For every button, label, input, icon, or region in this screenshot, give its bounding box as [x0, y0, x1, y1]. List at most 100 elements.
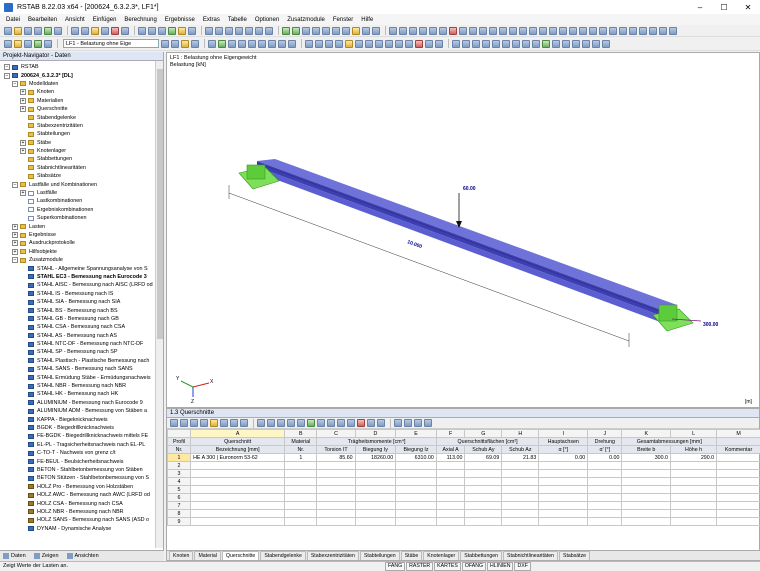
table-cell[interactable]	[396, 478, 437, 486]
toolbar-button-icon[interactable]	[389, 27, 397, 35]
tree-item[interactable]: EL-PL - Tragsicherheitsnachweis nach EL-…	[0, 441, 155, 449]
table-cell[interactable]	[355, 478, 396, 486]
table-cell[interactable]	[191, 494, 285, 502]
navigator-tab[interactable]: Ansichten	[67, 553, 99, 559]
toolbar-button-icon[interactable]	[405, 40, 413, 48]
expand-toggle-icon[interactable]: −	[4, 73, 10, 79]
expand-toggle-icon[interactable]: +	[12, 249, 18, 255]
tree-item[interactable]: STAHL NTC-DF - Bemessung nach NTC-DF	[0, 340, 155, 348]
table-tab[interactable]: Stabbettungen	[460, 551, 502, 560]
toolbar-button-icon[interactable]	[499, 27, 507, 35]
table-toolbar-icon[interactable]	[357, 419, 365, 427]
toolbar-button-icon[interactable]	[161, 40, 169, 48]
expand-toggle-icon[interactable]: +	[20, 140, 26, 146]
toolbar-button-icon[interactable]	[325, 40, 333, 48]
table-cell[interactable]: HE A 300 | Euronorm 53-62	[191, 454, 285, 462]
toolbar-button-icon[interactable]	[4, 40, 12, 48]
table-tab[interactable]: Stäbe	[401, 551, 423, 560]
table-cell[interactable]	[396, 470, 437, 478]
tree-item[interactable]: −Modelldaten	[0, 80, 155, 88]
table-cell[interactable]	[502, 494, 539, 502]
toolbar-button-icon[interactable]	[205, 27, 213, 35]
table-cell[interactable]	[502, 478, 539, 486]
table-cell[interactable]	[588, 510, 622, 518]
expand-toggle-icon[interactable]: +	[20, 190, 26, 196]
toolbar-button-icon[interactable]	[539, 27, 547, 35]
toolbar-button-icon[interactable]	[375, 40, 383, 48]
table-row[interactable]: 9	[168, 518, 760, 526]
toolbar-button-icon[interactable]	[91, 27, 99, 35]
table-toolbar-icon[interactable]	[230, 419, 238, 427]
table-cell[interactable]	[717, 454, 760, 462]
tree-item[interactable]: FE-BGDK - Biegedrillknicknachweis mittel…	[0, 432, 155, 440]
maximize-button[interactable]: ☐	[712, 0, 736, 14]
table-toolbar-icon[interactable]	[404, 419, 412, 427]
toolbar-button-icon[interactable]	[302, 27, 310, 35]
table-cell[interactable]	[355, 510, 396, 518]
table-cell[interactable]	[670, 502, 716, 510]
toolbar-button-icon[interactable]	[419, 27, 427, 35]
toolbar-button-icon[interactable]	[208, 40, 216, 48]
toolbar-button-icon[interactable]	[492, 40, 500, 48]
table-cell[interactable]	[670, 494, 716, 502]
table-cell[interactable]	[396, 510, 437, 518]
toolbar-button-icon[interactable]	[305, 40, 313, 48]
toolbar-button-icon[interactable]	[335, 40, 343, 48]
table-cell[interactable]	[465, 486, 502, 494]
table-row[interactable]: 1HE A 300 | Euronorm 53-62185.6018260.00…	[168, 454, 760, 462]
table-cell[interactable]: 85.60	[317, 454, 355, 462]
table-cell[interactable]	[317, 518, 355, 526]
table-cell[interactable]	[436, 470, 465, 478]
table-cell[interactable]	[355, 470, 396, 478]
loadcase-select[interactable]: LF1 - Belastung ohne Eige	[63, 39, 159, 48]
tree-item[interactable]: STAHL AS - Bemessung nach AS	[0, 332, 155, 340]
table-cell[interactable]: 69.09	[465, 454, 502, 462]
table-cell[interactable]: 9	[168, 518, 191, 526]
toolbar-button-icon[interactable]	[599, 27, 607, 35]
table-cell[interactable]	[588, 462, 622, 470]
tree-item[interactable]: HOLZ SANS - Bemessung nach SANS (ASD o	[0, 516, 155, 524]
table-cell[interactable]	[588, 494, 622, 502]
toolbar-button-icon[interactable]	[592, 40, 600, 48]
table-toolbar-icon[interactable]	[367, 419, 375, 427]
expand-toggle-icon[interactable]: +	[12, 232, 18, 238]
tree-item[interactable]: +Hilfsobjekte	[0, 248, 155, 256]
table-cell[interactable]	[396, 502, 437, 510]
toolbar-button-icon[interactable]	[409, 27, 417, 35]
toolbar-button-icon[interactable]	[34, 40, 42, 48]
table-cell[interactable]	[502, 462, 539, 470]
toolbar-button-icon[interactable]	[188, 27, 196, 35]
table-toolbar-icon[interactable]	[257, 419, 265, 427]
tree-item[interactable]: Superkombinationen	[0, 214, 155, 222]
toolbar-button-icon[interactable]	[81, 27, 89, 35]
tree-item[interactable]: STAHL SIA - Bemessung nach SIA	[0, 298, 155, 306]
table-toolbar-icon[interactable]	[394, 419, 402, 427]
table-toolbar-icon[interactable]	[210, 419, 218, 427]
tree-item[interactable]: STAHL GB - Bemessung nach GB	[0, 315, 155, 323]
table-cell[interactable]	[191, 502, 285, 510]
tree-item[interactable]: STAHL NBR - Bemessung nach NBR	[0, 382, 155, 390]
toolbar-button-icon[interactable]	[138, 27, 146, 35]
table-toolbar-icon[interactable]	[287, 419, 295, 427]
toolbar-button-icon[interactable]	[629, 27, 637, 35]
tree-item[interactable]: +Stäbe	[0, 139, 155, 147]
toolbar-button-icon[interactable]	[669, 27, 677, 35]
toolbar-button-icon[interactable]	[639, 27, 647, 35]
table-cell[interactable]	[502, 470, 539, 478]
table-cell[interactable]	[717, 510, 760, 518]
table-cell[interactable]	[191, 470, 285, 478]
toolbar-button-icon[interactable]	[255, 27, 263, 35]
tree-item[interactable]: Ergebniskombinationen	[0, 206, 155, 214]
table-cell[interactable]	[191, 486, 285, 494]
toolbar-button-icon[interactable]	[619, 27, 627, 35]
tree-item[interactable]: Stabendgelenke	[0, 113, 155, 121]
toolbar-button-icon[interactable]	[24, 40, 32, 48]
tree-item[interactable]: HOLZ AWC - Bemessung nach AWC (LRFD od	[0, 491, 155, 499]
tree-item[interactable]: Stabnichtlinearitäten	[0, 164, 155, 172]
minimize-button[interactable]: –	[688, 0, 712, 14]
toolbar-button-icon[interactable]	[552, 40, 560, 48]
toolbar-button-icon[interactable]	[265, 27, 273, 35]
toolbar-button-icon[interactable]	[315, 40, 323, 48]
table-toolbar-icon[interactable]	[170, 419, 178, 427]
table-cell[interactable]	[285, 478, 317, 486]
